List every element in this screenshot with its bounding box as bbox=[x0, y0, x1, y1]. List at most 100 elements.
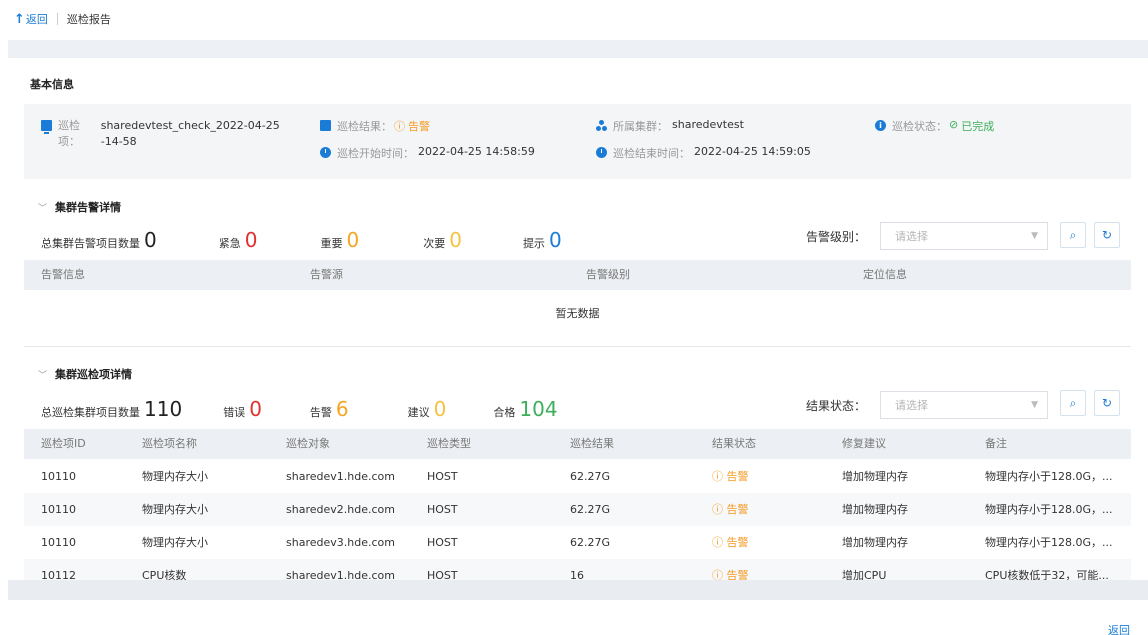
column-header: 告警源 bbox=[310, 268, 343, 281]
result-status-placeholder: 请选择 bbox=[895, 399, 928, 412]
column-header: 告警信息 bbox=[41, 268, 85, 281]
cluster-value: sharedevtest bbox=[672, 118, 744, 131]
end-time-info: 巡检结束时间： 2022-04-25 14:59:05 bbox=[596, 145, 811, 161]
basic-info-panel: 巡检项： sharedevtest_check_2022-04-25-14-58… bbox=[24, 104, 1131, 179]
table-row[interactable]: 10112 CPU核数 sharedev1.hde.com HOST 16 ⓘ … bbox=[24, 559, 1131, 580]
return-button[interactable]: 返回 bbox=[1108, 622, 1130, 635]
column-header: 备注 bbox=[985, 437, 1007, 450]
cell-fix: 增加CPU bbox=[842, 569, 887, 580]
cell-result: 62.27G bbox=[570, 536, 611, 549]
cell-id: 10110 bbox=[41, 536, 76, 549]
back-arrow-icon: ↑ bbox=[14, 11, 25, 27]
inspection-result-value: 告警 bbox=[408, 120, 430, 133]
info-icon: i bbox=[875, 120, 886, 131]
cell-name: 物理内存大小 bbox=[142, 503, 208, 516]
cell-note: CPU核数低于32，可能... bbox=[985, 569, 1109, 580]
cell-type: HOST bbox=[427, 569, 458, 580]
cell-id: 10110 bbox=[41, 470, 76, 483]
inspection-suggest-count: 0 bbox=[433, 397, 447, 421]
alarm-section-toggle[interactable]: ﹀ 集群告警详情 bbox=[38, 199, 121, 215]
cell-name: CPU核数 bbox=[142, 569, 187, 580]
column-header: 巡检项名称 bbox=[142, 437, 197, 450]
alarm-important-count: 0 bbox=[346, 228, 360, 252]
cell-status-text: 告警 bbox=[726, 470, 749, 483]
alarm-refresh-button[interactable]: ↻ bbox=[1094, 222, 1120, 248]
column-header: 巡检类型 bbox=[427, 437, 471, 450]
inspection-pass-count: 104 bbox=[519, 397, 558, 421]
column-header: 巡检项ID bbox=[41, 437, 86, 450]
back-label: 返回 bbox=[25, 13, 48, 26]
clock-icon bbox=[320, 147, 331, 158]
cell-fix: 增加物理内存 bbox=[842, 470, 908, 483]
column-header: 定位信息 bbox=[863, 268, 907, 281]
alarm-search-button[interactable]: ⌕ bbox=[1060, 222, 1086, 248]
check-circle-icon: ⊘ bbox=[949, 118, 959, 131]
inspection-result-info: 巡检结果： ⓘ 告警 bbox=[320, 118, 430, 134]
inspection-warning-count: 6 bbox=[335, 397, 349, 421]
cell-id: 10110 bbox=[41, 503, 76, 516]
back-link[interactable]: ↑ 返回 bbox=[14, 11, 48, 27]
cell-status: ⓘ 告警 bbox=[712, 559, 749, 580]
cell-fix: 增加物理内存 bbox=[842, 503, 908, 516]
inspection-refresh-button[interactable]: ↻ bbox=[1094, 390, 1120, 416]
end-time-label: 巡检结束时间： bbox=[613, 147, 690, 160]
search-icon: ⌕ bbox=[1069, 395, 1077, 410]
result-status-label: 结果状态： bbox=[806, 399, 867, 413]
cell-type: HOST bbox=[427, 536, 458, 549]
cell-fix: 增加物理内存 bbox=[842, 536, 908, 549]
alarm-minor-stat: 次要 0 bbox=[423, 228, 462, 252]
inspection-error-label: 错误 bbox=[223, 406, 246, 419]
alarm-minor-label: 次要 bbox=[423, 237, 446, 250]
cell-name: 物理内存大小 bbox=[142, 470, 208, 483]
inspection-error-stat: 错误 0 bbox=[223, 397, 262, 421]
caret-down-icon: ▼ bbox=[1031, 231, 1038, 241]
result-status-select[interactable]: 请选择 ▼ bbox=[880, 391, 1048, 419]
table-row[interactable]: 10110 物理内存大小 sharedev3.hde.com HOST 62.2… bbox=[24, 526, 1131, 559]
monitor-icon bbox=[41, 120, 52, 134]
alarm-hint-label: 提示 bbox=[522, 237, 545, 250]
inspection-search-button[interactable]: ⌕ bbox=[1060, 390, 1086, 416]
inspection-item-value: sharedevtest_check_2022-04-25-14-58 bbox=[100, 119, 280, 148]
alarm-total-label: 总集群告警项目数量 bbox=[41, 237, 140, 250]
warning-icon: ⓘ bbox=[712, 536, 727, 549]
refresh-icon: ↻ bbox=[1101, 228, 1113, 242]
section-divider bbox=[24, 346, 1131, 347]
inspection-total-label: 总巡检集群项目数量 bbox=[41, 406, 140, 419]
alarm-total-stat: 总集群告警项目数量 0 bbox=[41, 228, 157, 252]
page-title: 巡检报告 bbox=[66, 13, 111, 26]
cell-target: sharedev2.hde.com bbox=[286, 503, 395, 516]
cell-type: HOST bbox=[427, 470, 458, 483]
column-header: 巡检对象 bbox=[286, 437, 330, 450]
cell-note: 物理内存小于128.0G，... bbox=[985, 470, 1113, 483]
cell-id: 10112 bbox=[41, 569, 76, 580]
cluster-info: 所属集群： sharedevtest bbox=[596, 118, 744, 134]
inspection-table-header: 巡检项ID 巡检项名称 巡检对象 巡检类型 巡检结果 结果状态 修复建议 备注 bbox=[24, 429, 1131, 459]
table-row[interactable]: 10110 物理内存大小 sharedev2.hde.com HOST 62.2… bbox=[24, 493, 1131, 526]
cell-status-text: 告警 bbox=[726, 569, 749, 580]
column-header: 修复建议 bbox=[842, 437, 886, 450]
alarm-important-label: 重要 bbox=[320, 237, 343, 250]
caret-down-icon: ▼ bbox=[1031, 400, 1038, 410]
inspection-total-count: 110 bbox=[144, 397, 183, 421]
alarm-stats: 总集群告警项目数量 0 紧急 0 重要 0 次要 0 提示 0 bbox=[41, 228, 562, 252]
column-header: 巡检结果 bbox=[570, 437, 614, 450]
inspection-status-info: i 巡检状态： ⊘ 已完成 bbox=[875, 118, 994, 134]
inspection-warning-label: 告警 bbox=[309, 406, 332, 419]
warning-icon: ⓘ bbox=[712, 470, 727, 483]
chevron-down-icon: ﹀ bbox=[38, 203, 48, 214]
inspection-section-toggle[interactable]: ﹀ 集群巡检项详情 bbox=[38, 366, 132, 382]
alarm-level-select[interactable]: 请选择 ▼ bbox=[880, 222, 1048, 250]
inspection-stats: 总巡检集群项目数量 110 错误 0 告警 6 建议 0 合格 104 bbox=[41, 397, 558, 421]
alarm-table-header: 告警信息 告警源 告警级别 定位信息 bbox=[24, 260, 1131, 290]
alarm-urgent-label: 紧急 bbox=[218, 237, 241, 250]
horizontal-scrollbar[interactable] bbox=[8, 580, 1148, 600]
column-header: 告警级别 bbox=[586, 268, 630, 281]
alarm-total-count: 0 bbox=[144, 228, 157, 252]
alarm-hint-count: 0 bbox=[548, 228, 562, 252]
inspection-total-stat: 总巡检集群项目数量 110 bbox=[41, 397, 182, 421]
inspection-item-info: 巡检项： sharedevtest_check_2022-04-25-14-58 bbox=[41, 118, 281, 150]
inspection-suggest-label: 建议 bbox=[407, 406, 430, 419]
divider bbox=[56, 13, 58, 25]
table-row[interactable]: 10110 物理内存大小 sharedev1.hde.com HOST 62.2… bbox=[24, 460, 1131, 493]
cell-result: 16 bbox=[570, 569, 584, 580]
